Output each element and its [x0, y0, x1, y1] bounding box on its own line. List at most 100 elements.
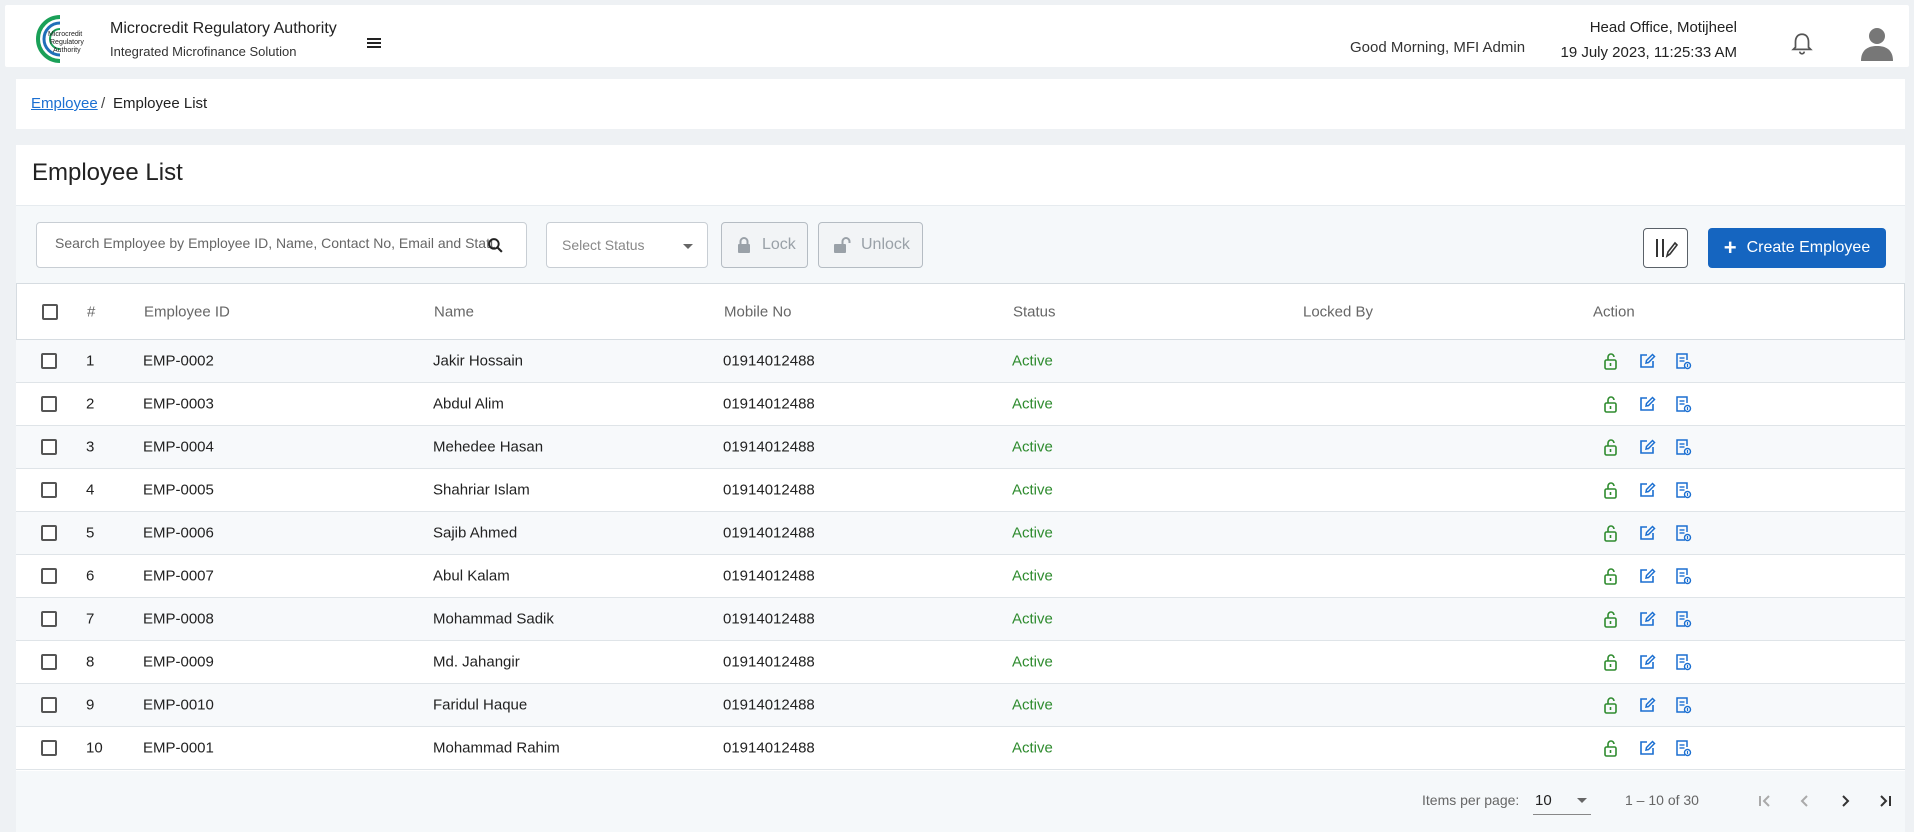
- column-header-number: #: [87, 303, 96, 320]
- employee-mobile: 01914012488: [723, 438, 815, 456]
- previous-page-button[interactable]: [1791, 787, 1819, 815]
- row-checkbox[interactable]: [41, 611, 57, 627]
- employee-name: Mohammad Rahim: [433, 739, 560, 757]
- status-badge: Active: [1012, 395, 1053, 413]
- row-checkbox[interactable]: [41, 740, 57, 756]
- menu-toggle-button[interactable]: [360, 29, 388, 57]
- unlock-icon[interactable]: [1601, 437, 1621, 457]
- details-icon[interactable]: [1673, 738, 1693, 758]
- table-row[interactable]: 8 EMP-0009 Md. Jahangir 01914012488 Active: [16, 641, 1905, 684]
- status-badge: Active: [1012, 610, 1053, 628]
- edit-icon[interactable]: [1637, 695, 1657, 715]
- details-icon[interactable]: [1673, 609, 1693, 629]
- breadcrumb-employee-link[interactable]: Employee: [31, 95, 98, 112]
- row-checkbox[interactable]: [41, 697, 57, 713]
- row-checkbox[interactable]: [41, 525, 57, 541]
- employee-name: Abul Kalam: [433, 567, 510, 585]
- column-settings-button[interactable]: [1643, 228, 1688, 268]
- employee-mobile: 01914012488: [723, 696, 815, 714]
- unlock-icon[interactable]: [1601, 523, 1621, 543]
- table-row[interactable]: 2 EMP-0003 Abdul Alim 01914012488 Active: [16, 383, 1905, 426]
- table-row[interactable]: 9 EMP-0010 Faridul Haque 01914012488 Active: [16, 684, 1905, 727]
- table-row[interactable]: 1 EMP-0002 Jakir Hossain 01914012488 Active: [16, 340, 1905, 383]
- lock-button[interactable]: Lock: [721, 222, 808, 268]
- column-header-employee-id[interactable]: Employee ID: [144, 303, 230, 320]
- column-header-name[interactable]: Name: [434, 303, 474, 320]
- unlock-icon[interactable]: [1601, 351, 1621, 371]
- employee-mobile: 01914012488: [723, 395, 815, 413]
- employee-name: Sajib Ahmed: [433, 524, 518, 542]
- details-icon[interactable]: [1673, 394, 1693, 414]
- svg-text:Microcredit: Microcredit: [48, 31, 82, 38]
- unlock-icon[interactable]: [1601, 695, 1621, 715]
- row-checkbox[interactable]: [41, 396, 57, 412]
- create-employee-button[interactable]: + Create Employee: [1708, 228, 1886, 268]
- table-row[interactable]: 7 EMP-0008 Mohammad Sadik 01914012488 Active: [16, 598, 1905, 641]
- column-edit-icon: [1655, 239, 1678, 258]
- unlock-icon[interactable]: [1601, 652, 1621, 672]
- breadcrumb: Employee / Employee List: [16, 79, 1905, 129]
- edit-icon[interactable]: [1637, 523, 1657, 543]
- edit-icon[interactable]: [1637, 480, 1657, 500]
- select-all-checkbox[interactable]: [42, 303, 58, 320]
- edit-icon[interactable]: [1637, 609, 1657, 629]
- edit-icon[interactable]: [1637, 652, 1657, 672]
- employee-list-card: Employee List Select Status Lock: [16, 145, 1905, 832]
- next-page-button[interactable]: [1831, 787, 1859, 815]
- row-actions: [1601, 695, 1693, 715]
- row-actions: [1601, 609, 1693, 629]
- table-row[interactable]: 4 EMP-0005 Shahriar Islam 01914012488 Active: [16, 469, 1905, 512]
- row-actions: [1601, 523, 1693, 543]
- user-avatar-icon[interactable]: [1857, 23, 1897, 63]
- last-page-button[interactable]: [1871, 787, 1899, 815]
- table-row[interactable]: 3 EMP-0004 Mehedee Hasan 01914012488 Active: [16, 426, 1905, 469]
- page-title: Employee List: [32, 159, 183, 186]
- row-checkbox[interactable]: [41, 439, 57, 455]
- bell-icon[interactable]: [1789, 31, 1815, 57]
- table-row[interactable]: 6 EMP-0007 Abul Kalam 01914012488 Active: [16, 555, 1905, 598]
- employee-name: Abdul Alim: [433, 395, 504, 413]
- row-checkbox[interactable]: [41, 654, 57, 670]
- details-icon[interactable]: [1673, 351, 1693, 371]
- details-icon[interactable]: [1673, 566, 1693, 586]
- edit-icon[interactable]: [1637, 437, 1657, 457]
- unlock-icon[interactable]: [1601, 566, 1621, 586]
- employee-mobile: 01914012488: [723, 653, 815, 671]
- first-page-button[interactable]: [1751, 787, 1779, 815]
- row-checkbox[interactable]: [41, 353, 57, 369]
- details-icon[interactable]: [1673, 652, 1693, 672]
- items-per-page-value: 10: [1535, 792, 1552, 809]
- employee-mobile: 01914012488: [723, 567, 815, 585]
- details-icon[interactable]: [1673, 695, 1693, 715]
- column-header-mobile[interactable]: Mobile No: [724, 303, 792, 320]
- details-icon[interactable]: [1673, 480, 1693, 500]
- lock-icon: [738, 237, 750, 253]
- column-header-locked-by[interactable]: Locked By: [1303, 303, 1373, 320]
- unlock-icon[interactable]: [1601, 609, 1621, 629]
- search-icon[interactable]: [487, 237, 504, 254]
- row-checkbox[interactable]: [41, 482, 57, 498]
- unlock-icon[interactable]: [1601, 394, 1621, 414]
- page-range-label: 1 – 10 of 30: [1625, 792, 1699, 808]
- first-page-icon: [1759, 795, 1770, 807]
- items-per-page-select[interactable]: 10: [1533, 785, 1591, 815]
- column-header-status[interactable]: Status: [1013, 303, 1056, 320]
- row-checkbox[interactable]: [41, 568, 57, 584]
- edit-icon[interactable]: [1637, 738, 1657, 758]
- edit-icon[interactable]: [1637, 566, 1657, 586]
- table-row[interactable]: 10 EMP-0001 Mohammad Rahim 01914012488 Activ…: [16, 727, 1905, 770]
- details-icon[interactable]: [1673, 523, 1693, 543]
- breadcrumb-current: Employee List: [113, 95, 208, 112]
- status-select[interactable]: Select Status: [546, 222, 708, 268]
- table-row[interactable]: 5 EMP-0006 Sajib Ahmed 01914012488 Active: [16, 512, 1905, 555]
- employee-id: EMP-0002: [143, 352, 214, 370]
- search-box: [36, 222, 527, 268]
- details-icon[interactable]: [1673, 437, 1693, 457]
- unlock-icon[interactable]: [1601, 480, 1621, 500]
- search-input[interactable]: [55, 235, 495, 251]
- unlock-button[interactable]: Unlock: [818, 222, 923, 268]
- unlock-icon[interactable]: [1601, 738, 1621, 758]
- row-actions: [1601, 652, 1693, 672]
- edit-icon[interactable]: [1637, 351, 1657, 371]
- edit-icon[interactable]: [1637, 394, 1657, 414]
